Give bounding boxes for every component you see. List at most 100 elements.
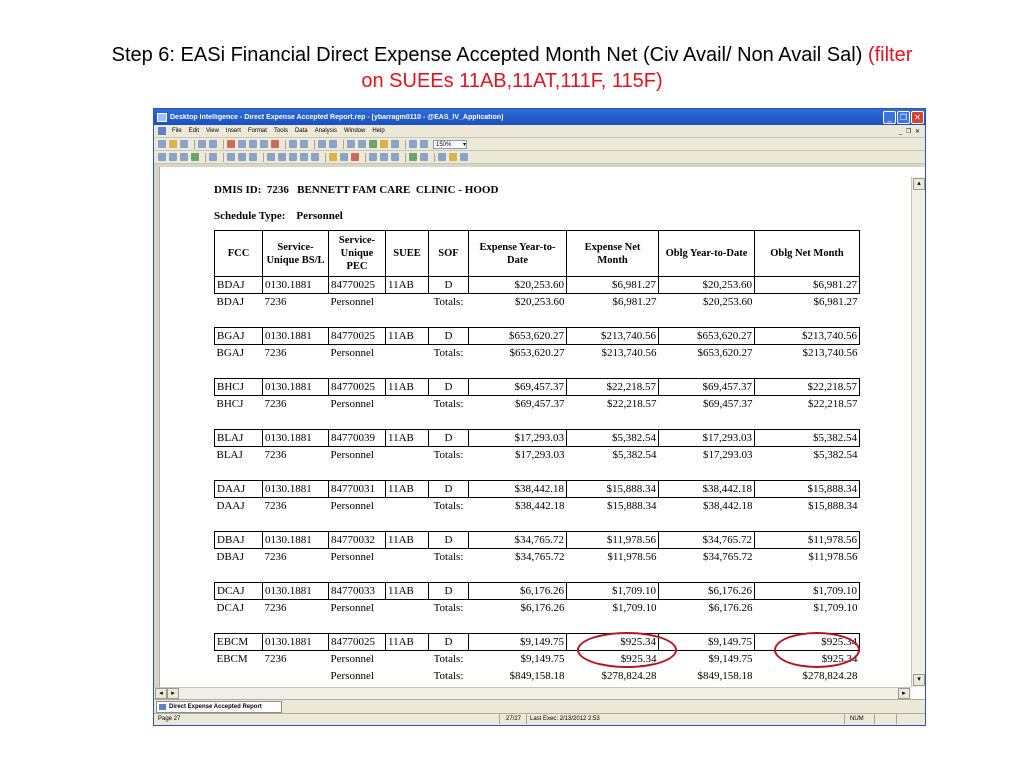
data-manager-icon[interactable] <box>358 140 366 148</box>
sort-icon[interactable] <box>249 153 257 161</box>
undo-icon[interactable] <box>318 140 326 148</box>
structure-icon[interactable] <box>347 140 355 148</box>
subtotal-row[interactable]: BDAJ 7236 Personnel Totals: $20,253.60 $6,981… <box>215 294 860 311</box>
horizontal-scrollbar[interactable]: ◂ ▸ ▸ <box>154 687 911 699</box>
insert-chart-icon[interactable] <box>191 153 199 161</box>
zoom-select[interactable]: 150% ▾ <box>433 139 467 149</box>
menu-edit[interactable]: Edit <box>189 128 199 134</box>
copy-icon[interactable] <box>238 140 246 148</box>
summary-total-row[interactable]: Personnel Totals: $849,158.18 $278,824.28 $8… <box>215 668 860 685</box>
table-row[interactable]: BLAJ 0130.1881 84770039 11AB D $17,293.03 $5,3… <box>214 429 860 447</box>
warning-icon[interactable] <box>351 153 359 161</box>
column-header[interactable]: Expense Year-to-Date <box>468 230 567 277</box>
print-icon[interactable] <box>198 140 206 148</box>
document-tab[interactable]: Direct Expense Accepted Report <box>156 701 282 713</box>
document-icon[interactable] <box>158 127 166 135</box>
sum-icon[interactable] <box>267 153 275 161</box>
save-icon[interactable] <box>180 140 188 148</box>
insert-table-icon[interactable] <box>409 140 417 148</box>
table-row[interactable]: EBCM 0130.1881 84770025 11AB D $9,149.75 $925.… <box>214 633 860 651</box>
column-header[interactable]: FCC <box>214 230 263 277</box>
column-header[interactable]: Oblg Net Month <box>754 230 860 277</box>
chevron-down-icon[interactable]: ▾ <box>463 141 466 148</box>
cut-icon[interactable] <box>227 140 235 148</box>
menu-file[interactable]: File <box>172 128 182 134</box>
page-layout-icon[interactable] <box>438 153 446 161</box>
insert-crosstab-icon[interactable] <box>180 153 188 161</box>
subtotal-row[interactable]: DBAJ 7236 Personnel Totals: $34,765.72 $11,97… <box>215 549 860 566</box>
column-header[interactable]: SOF <box>428 230 469 277</box>
chart-type-icon[interactable] <box>409 153 417 161</box>
subtotal-row[interactable]: BHCJ 7236 Personnel Totals: $69,457.37 $22,21… <box>215 396 860 413</box>
scroll-right-end-icon[interactable]: ▸ <box>898 688 910 699</box>
menu-insert[interactable]: Insert <box>226 128 241 134</box>
menu-tools[interactable]: Tools <box>274 128 288 134</box>
mdi-window-controls[interactable]: _ ❐ ✕ <box>899 128 921 135</box>
ranking-icon[interactable] <box>311 153 319 161</box>
menu-view[interactable]: View <box>206 128 219 134</box>
column-header[interactable]: SUEE <box>385 230 429 277</box>
variable-icon[interactable] <box>300 153 308 161</box>
format-painter-icon[interactable] <box>260 140 268 148</box>
insert-rows-icon[interactable] <box>158 153 166 161</box>
zoom-icon[interactable] <box>420 140 428 148</box>
standard-toolbar: 150% ▾ <box>154 138 925 151</box>
universe-icon[interactable] <box>380 140 388 148</box>
paste-icon[interactable] <box>249 140 257 148</box>
menu-data[interactable]: Data <box>295 128 308 134</box>
minimize-button[interactable]: _ <box>883 110 896 124</box>
find-icon[interactable] <box>289 140 297 148</box>
report-manager-icon[interactable] <box>449 153 457 161</box>
table-row[interactable]: BHCJ 0130.1881 84770025 11AB D $69,457.37 $22,… <box>214 378 860 396</box>
drill-icon[interactable] <box>300 140 308 148</box>
subtotal-row[interactable]: DCAJ 7236 Personnel Totals: $6,176.26 $1,709.… <box>215 600 860 617</box>
column-header[interactable]: Expense Net Month <box>566 230 659 277</box>
table-format-icon[interactable] <box>420 153 428 161</box>
close-button[interactable]: ✕ <box>911 110 924 124</box>
insert-columns-icon[interactable] <box>169 153 177 161</box>
open-icon[interactable] <box>169 140 177 148</box>
table-row[interactable]: DCAJ 0130.1881 84770033 11AB D $6,176.26 $1,70… <box>214 582 860 600</box>
group-icon[interactable] <box>340 153 348 161</box>
alerter-icon[interactable] <box>329 153 337 161</box>
subtotal-row[interactable]: BGAJ 7236 Personnel Totals: $653,620.27 $213,… <box>215 345 860 362</box>
subtotal-row[interactable]: DAAJ 7236 Personnel Totals: $38,442.18 $15,88… <box>215 498 860 515</box>
refresh-icon[interactable] <box>369 140 377 148</box>
table-row[interactable]: DBAJ 0130.1881 84770032 11AB D $34,765.72 $11,… <box>214 531 860 549</box>
print-preview-icon[interactable] <box>209 140 217 148</box>
outline-icon[interactable] <box>391 153 399 161</box>
navigation-map-icon[interactable] <box>460 153 468 161</box>
menu-window[interactable]: Window <box>344 128 365 134</box>
calculation-icon[interactable] <box>278 153 286 161</box>
redo-icon[interactable] <box>329 140 337 148</box>
subtotal-row[interactable]: EBCM 7236 Personnel Totals: $9,149.75 $925.34… <box>215 651 860 668</box>
break-icon[interactable] <box>209 153 217 161</box>
scroll-up-icon[interactable]: ▴ <box>913 178 925 190</box>
menu-format[interactable]: Format <box>248 128 267 134</box>
template-icon[interactable] <box>369 153 377 161</box>
slice-dice-icon[interactable] <box>380 153 388 161</box>
table-row[interactable]: DAAJ 0130.1881 84770031 11AB D $38,442.18 $15,… <box>214 480 860 498</box>
pec-cell: 84770025 <box>328 633 386 651</box>
menu-analysis[interactable]: Analysis <box>315 128 337 134</box>
maximize-button[interactable]: ❐ <box>897 110 910 124</box>
column-header[interactable]: Service-Unique PEC <box>328 230 386 277</box>
scroll-left-icon[interactable]: ◂ <box>155 688 167 699</box>
title-bar[interactable]: Desktop Intelligence - Direct Expense Ac… <box>154 109 925 125</box>
percentage-icon[interactable] <box>289 153 297 161</box>
new-icon[interactable] <box>158 140 166 148</box>
vertical-scrollbar[interactable]: ▴ ▾ <box>911 177 925 687</box>
section-icon[interactable] <box>227 153 235 161</box>
scroll-right-icon[interactable]: ▸ <box>167 688 179 699</box>
filter-icon[interactable] <box>238 153 246 161</box>
subtotal-row[interactable]: BLAJ 7236 Personnel Totals: $17,293.03 $5,382… <box>215 447 860 464</box>
table-row[interactable]: BGAJ 0130.1881 84770025 11AB D $653,620.27 $21… <box>214 327 860 345</box>
table-row[interactable]: BDAJ 0130.1881 84770025 11AB D $20,253.60 $6,9… <box>214 276 860 294</box>
column-header[interactable]: Oblg Year-to-Date <box>658 230 755 277</box>
scroll-down-icon[interactable]: ▾ <box>913 674 925 686</box>
column-header[interactable]: Service-Unique BS/L <box>262 230 329 277</box>
sof-cell: D <box>428 582 469 600</box>
menu-help[interactable]: Help <box>372 128 384 134</box>
delete-icon[interactable] <box>271 140 279 148</box>
query-icon[interactable] <box>391 140 399 148</box>
